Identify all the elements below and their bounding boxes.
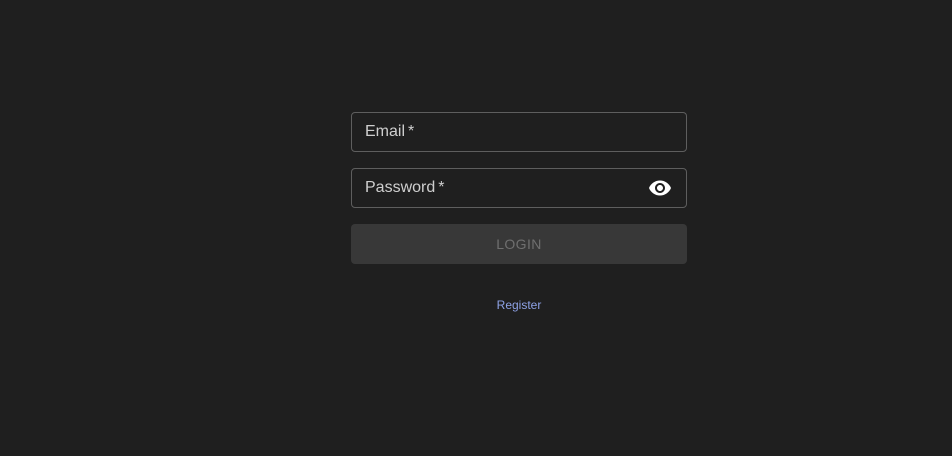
password-field[interactable]: Password * bbox=[351, 168, 687, 208]
email-input[interactable] bbox=[352, 113, 686, 151]
eye-icon[interactable] bbox=[648, 176, 672, 200]
register-link[interactable]: Register bbox=[497, 298, 542, 312]
email-field[interactable]: Email * bbox=[351, 112, 687, 152]
login-form: Email * Password * LOGIN bbox=[351, 112, 687, 264]
password-input[interactable] bbox=[352, 169, 686, 207]
register-link-container: Register bbox=[351, 296, 687, 314]
login-page: Email * Password * LOGIN Register bbox=[0, 0, 952, 456]
login-button[interactable]: LOGIN bbox=[351, 224, 687, 264]
